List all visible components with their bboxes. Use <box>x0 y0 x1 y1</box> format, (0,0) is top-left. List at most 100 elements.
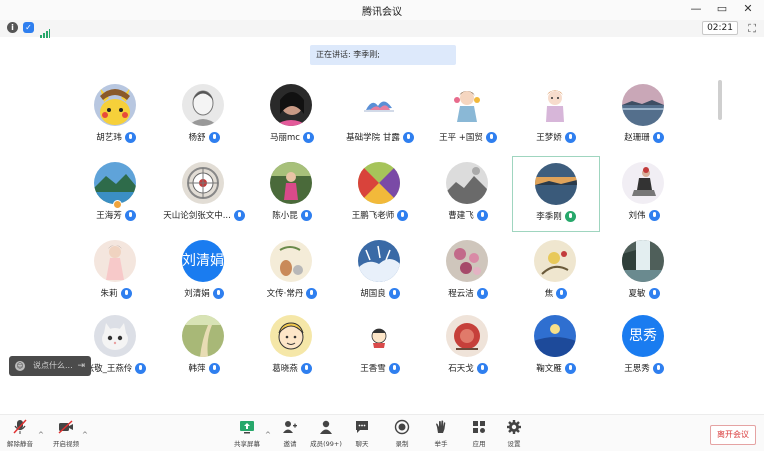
participant-name-row: 基础学院 甘露 <box>336 131 424 143</box>
participant-name-row: 天山论剑张文中... <box>160 209 248 221</box>
maximize-icon[interactable]: ▭ <box>716 2 728 15</box>
participant-name-row: 夏敏 <box>600 287 688 299</box>
participant-tile[interactable]: 夏敏 <box>600 234 688 310</box>
microphone-icon <box>485 131 497 143</box>
microphone-icon <box>306 287 318 299</box>
avatar <box>622 240 664 282</box>
minimize-icon[interactable]: — <box>690 2 702 15</box>
avatar <box>94 315 136 357</box>
microphone-icon <box>648 287 660 299</box>
invite-button[interactable]: 邀请 <box>270 419 310 448</box>
chat-button[interactable]: 聊天 <box>342 419 382 448</box>
avatar <box>358 84 400 126</box>
chevron-up-icon[interactable]: ^ <box>38 431 44 439</box>
participant-name: 天山论剑张文中... <box>163 211 231 221</box>
avatar <box>358 162 400 204</box>
participant-tile[interactable]: 天山论剑张文中... <box>160 156 248 232</box>
video-button[interactable]: 开启视频 <box>46 419 86 448</box>
avatar <box>534 315 576 357</box>
participant-tile[interactable]: 思秀 王思秀 <box>600 309 688 385</box>
participant-name: 赵珊珊 <box>624 133 650 143</box>
gear-icon <box>494 419 534 435</box>
send-icon[interactable]: ⇥ <box>77 356 85 376</box>
participant-name: 石天戈 <box>448 364 474 374</box>
share-screen-icon <box>227 419 267 435</box>
members-button[interactable]: 成员(99+) <box>306 419 346 448</box>
microphone-icon <box>564 362 576 374</box>
microphone-icon <box>124 131 136 143</box>
participant-tile[interactable]: 马丽mc <box>248 78 336 154</box>
raise-hand-label: 举手 <box>434 440 448 448</box>
mute-button[interactable]: 解除静音 <box>0 419 40 448</box>
participant-tile[interactable]: 赵珊珊 <box>600 78 688 154</box>
emoji-icon[interactable]: ☺ <box>15 361 25 371</box>
participant-tile[interactable]: 胡艺玮 <box>72 78 160 154</box>
participant-tile[interactable]: 刘清娟 刘清娟 <box>160 234 248 310</box>
participant-name-row: 韩萍 <box>160 362 248 374</box>
participant-tile[interactable]: 基础学院 甘露 <box>336 78 424 154</box>
close-icon[interactable]: ✕ <box>742 2 754 15</box>
participant-name-row: 李季刚 <box>513 210 599 222</box>
chevron-up-icon[interactable]: ^ <box>82 431 88 439</box>
microphone-icon <box>300 362 312 374</box>
participant-tile[interactable]: 王梦娇 <box>512 78 600 154</box>
participant-grid: 胡艺玮 杨舒 马丽mc 基础学院 甘露 王平 +国贸 王梦娇 赵珊珊王海芳 天山论剑张文中..… <box>72 78 702 374</box>
microphone-icon <box>208 131 220 143</box>
participant-tile[interactable]: 王平 +国贸 <box>424 78 512 154</box>
info-icon[interactable]: i <box>7 22 18 33</box>
microphone-icon <box>476 209 488 221</box>
participant-tile[interactable]: 石天戈 <box>424 309 512 385</box>
leave-meeting-button[interactable]: 离开会议 <box>710 425 756 445</box>
participant-tile[interactable]: 朱莉 <box>72 234 160 310</box>
fullscreen-icon[interactable]: ⛶ <box>748 22 756 36</box>
chat-input[interactable]: ☺ 说点什么... ⇥ <box>9 356 91 376</box>
scrollbar[interactable] <box>718 80 722 120</box>
share-screen-button[interactable]: 共享屏幕 <box>227 419 267 448</box>
participant-name-row: 胡艺玮 <box>72 131 160 143</box>
raise-hand-button[interactable]: 举手 <box>421 419 461 448</box>
avatar <box>94 162 136 204</box>
participant-tile[interactable]: 王海芳 <box>72 156 160 232</box>
avatar: 刘清娟 <box>182 240 224 282</box>
participant-tile[interactable]: 王鹏飞老师 <box>336 156 424 232</box>
participant-name: 文传·常丹 <box>266 289 304 299</box>
participant-tile[interactable]: 陈小昆 <box>248 156 336 232</box>
microphone-icon <box>476 362 488 374</box>
title-bar: 腾讯会议 — ▭ ✕ <box>0 0 764 21</box>
participant-tile[interactable]: 程云洁 <box>424 234 512 310</box>
signal-icon[interactable] <box>40 23 50 38</box>
apps-icon <box>459 419 499 435</box>
avatar: 思秀 <box>622 315 664 357</box>
participant-name-row: 文传·常丹 <box>248 287 336 299</box>
share-label: 共享屏幕 <box>234 440 260 448</box>
participant-tile[interactable]: 王香雪 <box>336 309 424 385</box>
chat-label: 聊天 <box>355 440 369 448</box>
record-button[interactable]: 录制 <box>382 419 422 448</box>
microphone-icon <box>648 209 660 221</box>
settings-label: 设置 <box>507 440 521 448</box>
participant-tile[interactable]: 文传·常丹 <box>248 234 336 310</box>
participant-tile[interactable]: 刘伟 <box>600 156 688 232</box>
participant-name: 李季刚 <box>536 212 562 222</box>
participant-name-row: 曹建飞 <box>424 209 512 221</box>
participant-name-row: 赵珊珊 <box>600 131 688 143</box>
avatar <box>446 240 488 282</box>
avatar <box>358 240 400 282</box>
participant-tile[interactable]: 李季刚 <box>512 156 600 232</box>
meeting-info-bar: i ✓ 02:21 ⛶ <box>0 20 764 38</box>
microphone-icon <box>402 131 414 143</box>
participant-tile[interactable]: 曹建飞 <box>424 156 512 232</box>
microphone-icon <box>208 362 220 374</box>
avatar <box>446 162 488 204</box>
members-icon <box>306 419 346 435</box>
participant-tile[interactable]: 韩萍 <box>160 309 248 385</box>
participant-name: 张敬_王燕伶 <box>85 364 133 374</box>
shield-icon[interactable]: ✓ <box>23 22 34 33</box>
participant-tile[interactable]: 鞠文雁 <box>512 309 600 385</box>
participant-tile[interactable]: 杨舒 <box>160 78 248 154</box>
apps-button[interactable]: 应用 <box>459 419 499 448</box>
participant-tile[interactable]: 胡国良 <box>336 234 424 310</box>
participant-tile[interactable]: 焦 <box>512 234 600 310</box>
settings-button[interactable]: 设置 <box>494 419 534 448</box>
participant-tile[interactable]: 葛晓燕 <box>248 309 336 385</box>
